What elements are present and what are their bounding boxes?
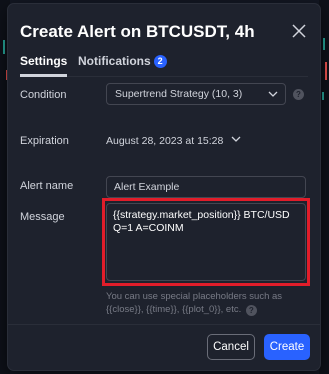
chart-candle	[323, 38, 325, 50]
tab-notifications[interactable]: Notifications 2	[78, 54, 167, 74]
condition-label: Condition	[20, 89, 67, 101]
message-hint: You can use special placeholders such as…	[106, 290, 311, 316]
help-icon[interactable]: ?	[293, 89, 304, 100]
chevron-down-icon	[231, 136, 241, 142]
tab-notifications-label: Notifications	[78, 54, 151, 68]
tab-settings[interactable]: Settings	[20, 54, 68, 77]
expiration-label: Expiration	[20, 135, 69, 147]
alert-name-input[interactable]: Alert Example	[106, 176, 306, 198]
alert-name-label: Alert name	[20, 180, 74, 192]
tab-bar: Settings Notifications 2	[20, 52, 308, 77]
chevron-down-icon	[268, 91, 278, 97]
expiration-value: August 28, 2023 at 15:28	[106, 135, 224, 147]
create-button[interactable]: Create	[264, 334, 310, 360]
help-icon[interactable]: ?	[245, 305, 257, 316]
message-textarea[interactable]: {{strategy.market_position}} BTC/USD Q=1…	[106, 203, 306, 281]
close-button[interactable]	[288, 20, 310, 42]
create-alert-dialog: Create Alert on BTCUSDT, 4h Settings Not…	[8, 4, 320, 370]
notifications-count-badge: 2	[153, 55, 167, 68]
chart-background-right	[319, 0, 329, 374]
condition-select[interactable]: Supertrend Strategy (10, 3)	[106, 83, 286, 105]
chart-candle	[322, 92, 324, 100]
dialog-title: Create Alert on BTCUSDT, 4h	[20, 22, 255, 41]
chart-candle	[325, 62, 327, 80]
message-label: Message	[20, 211, 65, 223]
close-icon	[292, 24, 306, 38]
condition-value: Supertrend Strategy (10, 3)	[115, 88, 243, 100]
footer-divider	[8, 324, 320, 325]
cancel-button[interactable]: Cancel	[207, 334, 255, 360]
chart-candle	[3, 40, 5, 54]
expiration-selector[interactable]: August 28, 2023 at 15:28	[106, 135, 241, 147]
tab-settings-label: Settings	[20, 54, 68, 68]
